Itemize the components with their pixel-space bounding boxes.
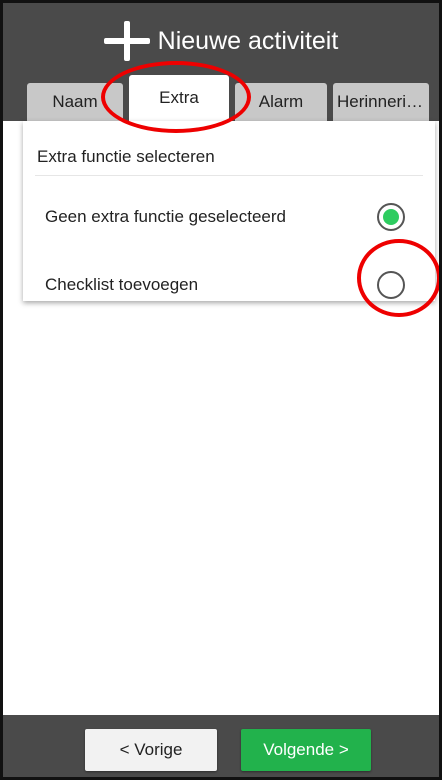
option-label: Geen extra functie geselecteerd [45, 207, 286, 226]
option-checklist[interactable]: Checklist toevoegen [23, 255, 435, 315]
tab-bar: Naam Extra Alarm Herinneri… [3, 75, 439, 121]
title-row: Nieuwe activiteit [3, 19, 439, 63]
card-title: Extra functie selecteren [37, 147, 215, 166]
next-button[interactable]: Volgende > [241, 729, 371, 771]
app-screen: Nieuwe activiteit Naam Extra Alarm Herin… [0, 0, 442, 780]
extra-function-card: Extra functie selecteren Geen extra func… [23, 121, 435, 301]
option-label: Checklist toevoegen [45, 275, 199, 294]
header-bar: Nieuwe activiteit Naam Extra Alarm Herin… [3, 3, 439, 121]
plus-icon [103, 21, 150, 61]
tab-herinnering[interactable]: Herinneri… [333, 83, 429, 121]
radio-selected[interactable] [377, 203, 405, 231]
tab-naam[interactable]: Naam [27, 83, 123, 121]
option-no-extra[interactable]: Geen extra functie geselecteerd [23, 187, 435, 247]
tab-alarm[interactable]: Alarm [235, 83, 327, 121]
page-title: Nieuwe activiteit [157, 26, 339, 55]
footer-bar: < Vorige Volgende > [3, 715, 439, 777]
radio-unselected[interactable] [377, 271, 405, 299]
divider [35, 175, 423, 176]
previous-button[interactable]: < Vorige [85, 729, 217, 771]
tab-extra[interactable]: Extra [129, 75, 229, 121]
